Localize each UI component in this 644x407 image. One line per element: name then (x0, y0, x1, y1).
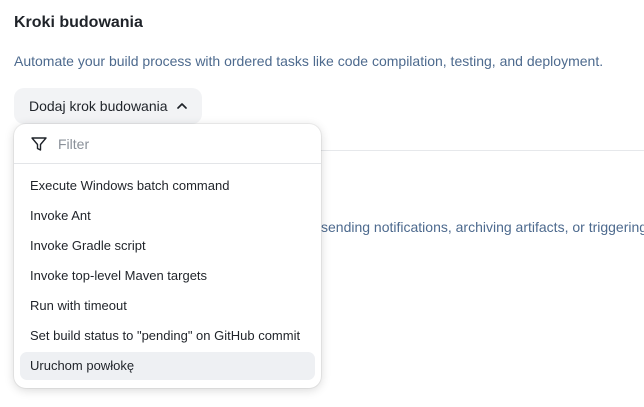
menu-item-invoke-maven[interactable]: Invoke top-level Maven targets (20, 262, 315, 290)
menu-item-invoke-ant[interactable]: Invoke Ant (20, 202, 315, 230)
menu-item-execute-windows-batch[interactable]: Execute Windows batch command (20, 172, 315, 200)
filter-input[interactable] (56, 134, 300, 153)
section-title: Kroki budowania (14, 14, 143, 31)
filter-row (14, 124, 321, 164)
post-build-description: sending notifications, archiving artifac… (321, 219, 644, 235)
menu-item-run-with-timeout[interactable]: Run with timeout (20, 292, 315, 320)
chevron-up-icon (176, 103, 187, 109)
menu-item-invoke-gradle[interactable]: Invoke Gradle script (20, 232, 315, 260)
menu-item-set-build-status[interactable]: Set build status to "pending" on GitHub … (20, 322, 315, 350)
build-step-menu: Execute Windows batch command Invoke Ant… (20, 172, 315, 382)
add-build-step-button[interactable]: Dodaj krok budowania (14, 88, 202, 124)
filter-icon (31, 136, 47, 151)
section-divider (320, 150, 644, 151)
section-description: Automate your build process with ordered… (14, 53, 604, 69)
build-step-dropdown: Execute Windows batch command Invoke Ant… (14, 124, 321, 388)
menu-item-run-shell[interactable]: Uruchom powłokę (20, 352, 315, 380)
page: Kroki budowania Automate your build proc… (0, 0, 644, 407)
add-build-step-label: Dodaj krok budowania (29, 98, 168, 114)
